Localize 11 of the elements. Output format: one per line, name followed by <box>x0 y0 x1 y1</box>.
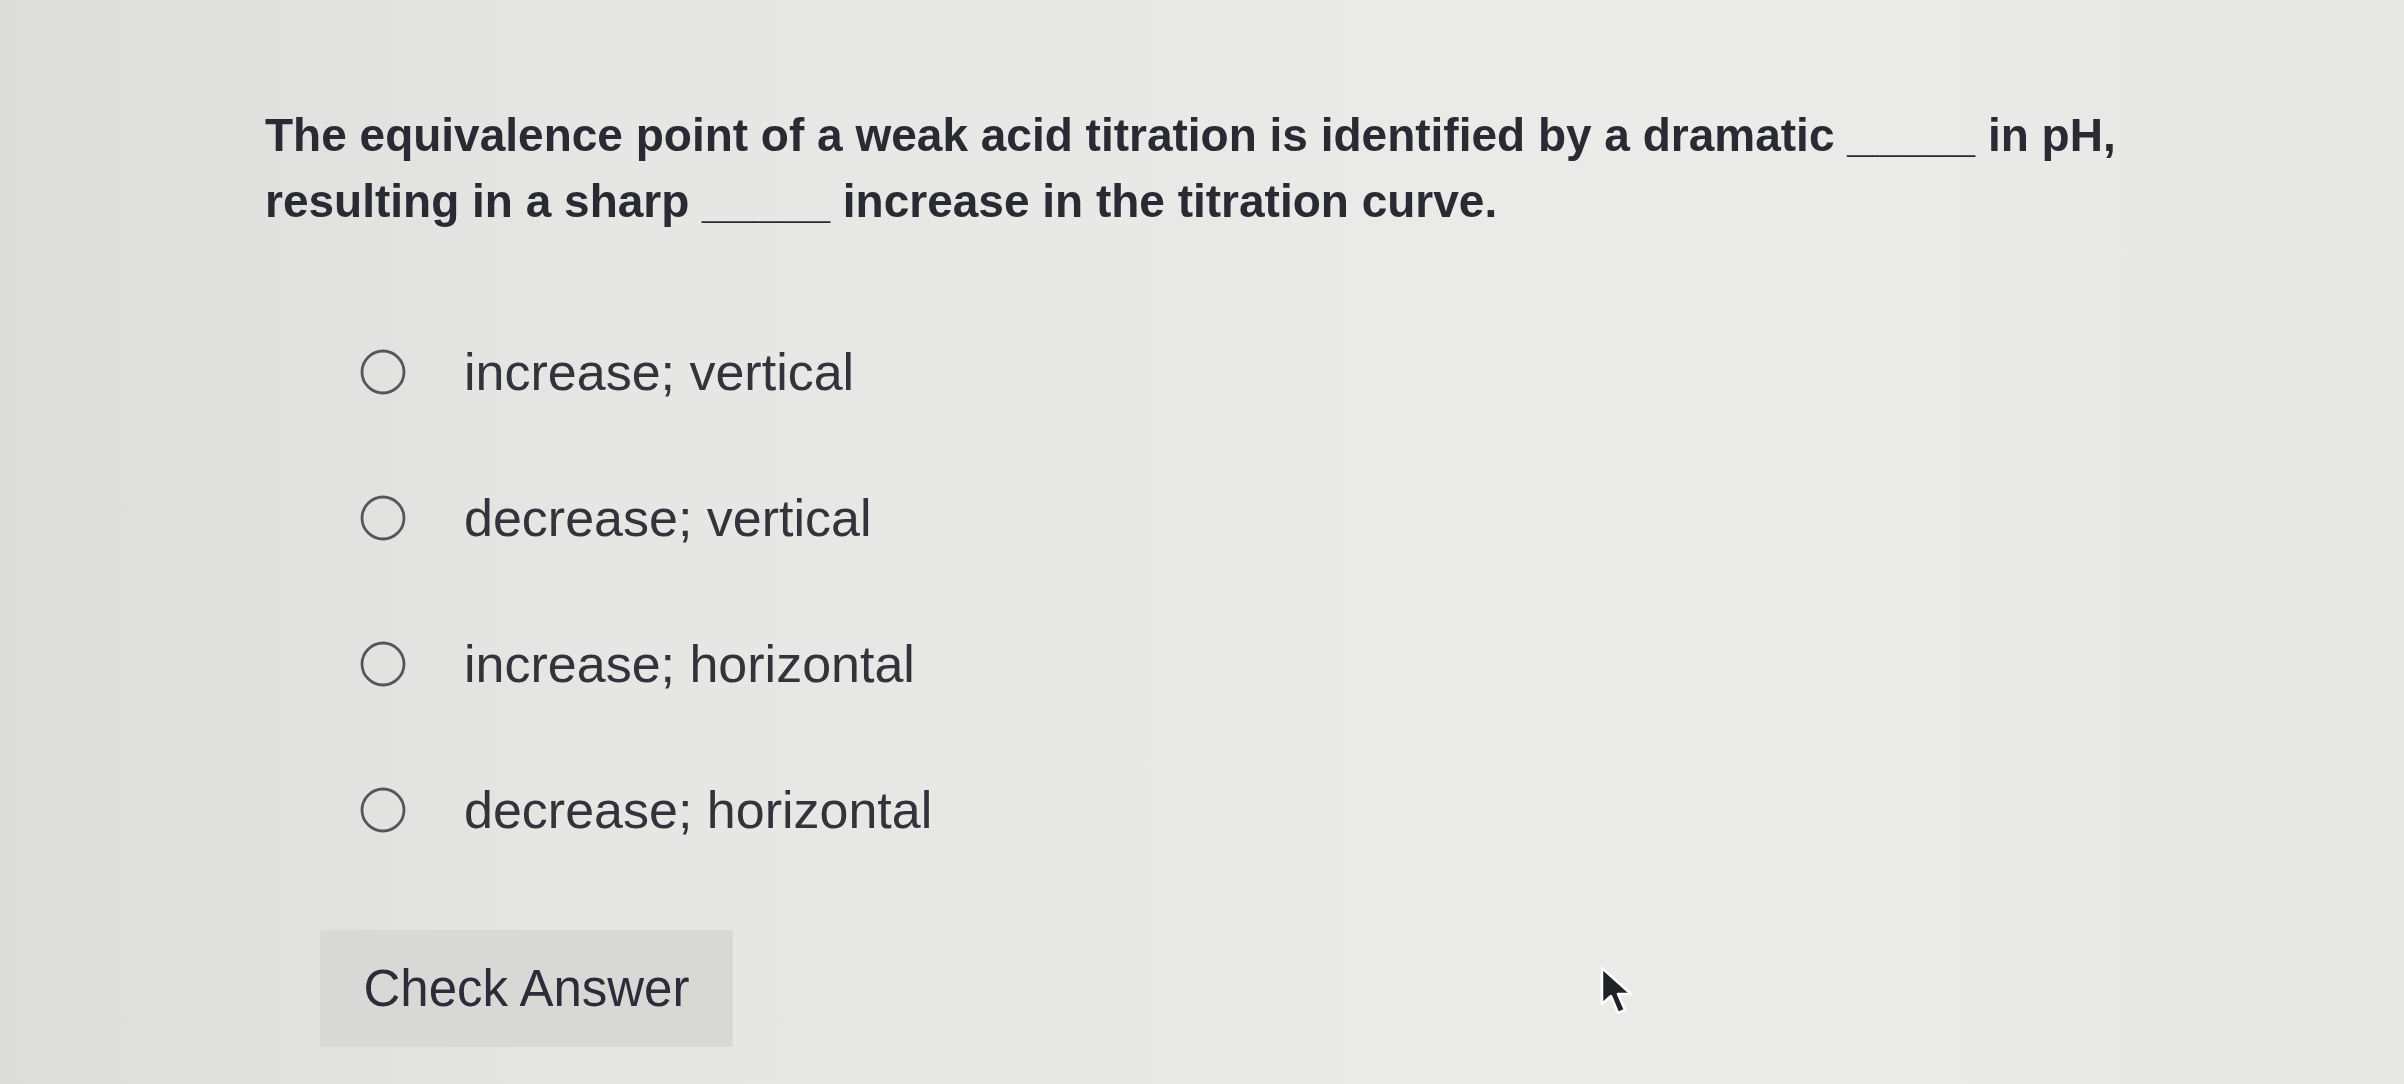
option-label[interactable]: increase; vertical <box>464 340 855 404</box>
check-answer-button[interactable]: Check Answer <box>320 930 733 1047</box>
radio-button[interactable] <box>360 495 406 541</box>
radio-button[interactable] <box>360 349 406 395</box>
option-label[interactable]: increase; horizontal <box>464 632 915 696</box>
option-label[interactable]: decrease; vertical <box>464 486 872 550</box>
mouse-pointer-icon <box>1600 966 1634 1016</box>
radio-button[interactable] <box>360 787 406 833</box>
radio-button[interactable] <box>360 641 406 687</box>
option-label[interactable]: decrease; horizontal <box>464 778 933 842</box>
question-text: The equivalence point of a weak acid titration is identified by a dramatic _____ in pH, resulting in a sharp _____ increase in the titration curve. <box>265 108 2117 229</box>
